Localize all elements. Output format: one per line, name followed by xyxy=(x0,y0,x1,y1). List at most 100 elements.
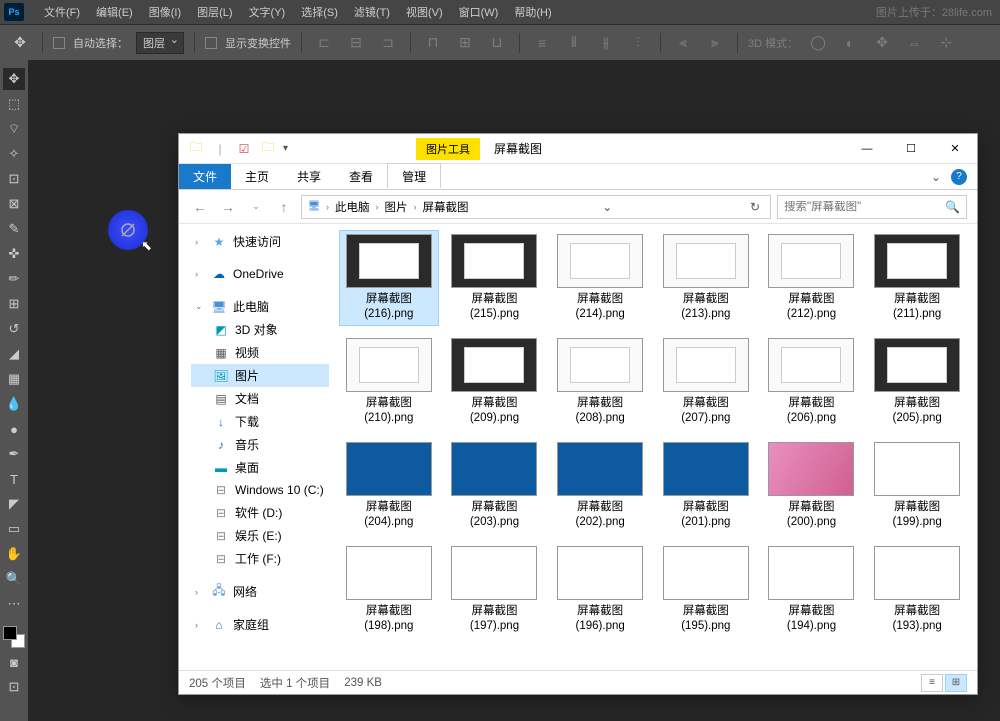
file-item[interactable]: 屏幕截图 (209).png xyxy=(445,334,545,430)
search-box[interactable]: 🔍 xyxy=(777,195,967,219)
ps-menu-item[interactable]: 文件(F) xyxy=(36,4,88,20)
3d-slide-icon[interactable]: ⇔ xyxy=(902,31,926,55)
share-tab[interactable]: 共享 xyxy=(283,164,335,189)
close-button[interactable]: ✕ xyxy=(933,135,977,163)
search-input[interactable] xyxy=(784,201,945,213)
file-item[interactable]: 屏幕截图 (198).png xyxy=(339,542,439,638)
file-item[interactable]: 屏幕截图 (195).png xyxy=(656,542,756,638)
foreground-swatch[interactable] xyxy=(3,626,17,640)
distribute-1-icon[interactable]: ≡ xyxy=(530,31,554,55)
text-tool[interactable]: T xyxy=(3,468,25,490)
distribute-2-icon[interactable]: ⫴ xyxy=(562,31,586,55)
qat-properties-icon[interactable]: ☑ xyxy=(235,140,253,158)
3d-pan-icon[interactable]: ✥ xyxy=(870,31,894,55)
pen-tool[interactable]: ✒ xyxy=(3,443,25,465)
help-icon[interactable]: ? xyxy=(951,169,967,185)
eyedropper-tool[interactable]: ✎ xyxy=(3,218,25,240)
align-center-h-icon[interactable]: ⊟ xyxy=(344,31,368,55)
breadcrumb-item[interactable]: 此电脑 xyxy=(333,199,372,215)
align-right-icon[interactable]: ⊐ xyxy=(376,31,400,55)
file-item[interactable]: 屏幕截图 (200).png xyxy=(762,438,862,534)
file-item[interactable]: 屏幕截图 (208).png xyxy=(550,334,650,430)
home-tab[interactable]: 主页 xyxy=(231,164,283,189)
clone-stamp-tool[interactable]: ⊞ xyxy=(3,293,25,315)
file-item[interactable]: 屏幕截图 (201).png xyxy=(656,438,756,534)
distribute-4-icon[interactable]: ⫶ xyxy=(626,31,650,55)
distribute-3-icon[interactable]: ⫵ xyxy=(594,31,618,55)
file-item[interactable]: 屏幕截图 (203).png xyxy=(445,438,545,534)
breadcrumb-item[interactable]: 图片 xyxy=(383,199,410,215)
rectangle-tool[interactable]: ▭ xyxy=(3,518,25,540)
distribute-6-icon[interactable]: ⫸ xyxy=(703,31,727,55)
align-center-v-icon[interactable]: ⊞ xyxy=(453,31,477,55)
file-item[interactable]: 屏幕截图 (216).png xyxy=(339,230,439,326)
sidebar-item[interactable]: ↓下载 xyxy=(191,410,329,433)
file-item[interactable]: 屏幕截图 (193).png xyxy=(867,542,967,638)
collapse-ribbon-icon[interactable]: ⌄ xyxy=(931,170,941,184)
move-tool[interactable]: ✥ xyxy=(3,68,25,90)
history-brush-tool[interactable]: ↺ xyxy=(3,318,25,340)
color-swatches[interactable] xyxy=(3,626,25,648)
view-thumbnails-button[interactable]: ⊞ xyxy=(945,674,967,692)
distribute-5-icon[interactable]: ⫷ xyxy=(671,31,695,55)
view-tab[interactable]: 查看 xyxy=(335,164,387,189)
ps-menu-item[interactable]: 窗口(W) xyxy=(451,4,507,20)
3d-scale-icon[interactable]: ⊹ xyxy=(934,31,958,55)
sidebar-onedrive[interactable]: › ☁ OneDrive xyxy=(191,263,329,285)
sidebar-item[interactable]: ▤文档 xyxy=(191,387,329,410)
dodge-tool[interactable]: ● xyxy=(3,418,25,440)
ps-menu-item[interactable]: 图层(L) xyxy=(189,4,240,20)
hand-tool[interactable]: ✋ xyxy=(3,543,25,565)
gradient-tool[interactable]: ▦ xyxy=(3,368,25,390)
maximize-button[interactable]: ☐ xyxy=(889,135,933,163)
sidebar-item[interactable]: 🖼图片 xyxy=(191,364,329,387)
qat-new-folder-icon[interactable]: 🗀 xyxy=(259,140,277,158)
edit-toolbar-tool[interactable]: ⋯ xyxy=(3,593,25,615)
align-bottom-icon[interactable]: ⊔ xyxy=(485,31,509,55)
ps-menu-item[interactable]: 视图(V) xyxy=(398,4,451,20)
sidebar-item[interactable]: ◩3D 对象 xyxy=(191,318,329,341)
healing-brush-tool[interactable]: ✜ xyxy=(3,243,25,265)
sidebar-item[interactable]: ♪音乐 xyxy=(191,433,329,456)
sidebar-item[interactable]: ⊟Windows 10 (C:) xyxy=(191,479,329,501)
file-item[interactable]: 屏幕截图 (210).png xyxy=(339,334,439,430)
ps-menu-item[interactable]: 文字(Y) xyxy=(241,4,294,20)
breadcrumb-item[interactable]: 屏幕截图 xyxy=(421,199,471,215)
recent-dropdown[interactable]: ⌄ xyxy=(245,196,267,218)
3d-roll-icon[interactable]: ◐ xyxy=(838,31,862,55)
file-item[interactable]: 屏幕截图 (211).png xyxy=(867,230,967,326)
ps-menu-item[interactable]: 帮助(H) xyxy=(506,4,559,20)
marquee-tool[interactable]: ⬚ xyxy=(3,93,25,115)
ps-menu-item[interactable]: 滤镜(T) xyxy=(346,4,398,20)
file-item[interactable]: 屏幕截图 (197).png xyxy=(445,542,545,638)
crop-tool[interactable]: ⊡ xyxy=(3,168,25,190)
eraser-tool[interactable]: ◢ xyxy=(3,343,25,365)
ps-menu-item[interactable]: 编辑(E) xyxy=(88,4,141,20)
back-button[interactable]: ← xyxy=(189,196,211,218)
blur-tool[interactable]: 💧 xyxy=(3,393,25,415)
quick-mask-tool[interactable]: ◙ xyxy=(3,651,25,673)
path-selection-tool[interactable]: ◤ xyxy=(3,493,25,515)
forward-button[interactable]: → xyxy=(217,196,239,218)
sidebar-homegroup[interactable]: › ⌂ 家庭组 xyxy=(191,613,329,636)
sidebar-item[interactable]: ⊟工作 (F:) xyxy=(191,547,329,570)
zoom-tool[interactable]: 🔍 xyxy=(3,568,25,590)
file-item[interactable]: 屏幕截图 (207).png xyxy=(656,334,756,430)
minimize-button[interactable]: — xyxy=(845,135,889,163)
sidebar-item[interactable]: ⊟娱乐 (E:) xyxy=(191,524,329,547)
breadcrumb-bar[interactable]: 🖥 › 此电脑 › 图片 › 屏幕截图 ⌄ ↻ xyxy=(301,195,771,219)
magic-wand-tool[interactable]: ✧ xyxy=(3,143,25,165)
file-item[interactable]: 屏幕截图 (204).png xyxy=(339,438,439,534)
sidebar-item[interactable]: ▦视频 xyxy=(191,341,329,364)
align-top-icon[interactable]: ⊓ xyxy=(421,31,445,55)
lasso-tool[interactable]: ⌔ xyxy=(3,118,25,140)
file-item[interactable]: 屏幕截图 (213).png xyxy=(656,230,756,326)
file-item[interactable]: 屏幕截图 (196).png xyxy=(550,542,650,638)
align-left-icon[interactable]: ⊏ xyxy=(312,31,336,55)
layer-select-dropdown[interactable]: 图层 xyxy=(136,32,184,54)
sidebar-this-pc[interactable]: ⌄ 🖥 此电脑 xyxy=(191,295,329,318)
refresh-icon[interactable]: ↻ xyxy=(744,200,766,214)
file-item[interactable]: 屏幕截图 (205).png xyxy=(867,334,967,430)
file-item[interactable]: 屏幕截图 (202).png xyxy=(550,438,650,534)
file-item[interactable]: 屏幕截图 (215).png xyxy=(445,230,545,326)
